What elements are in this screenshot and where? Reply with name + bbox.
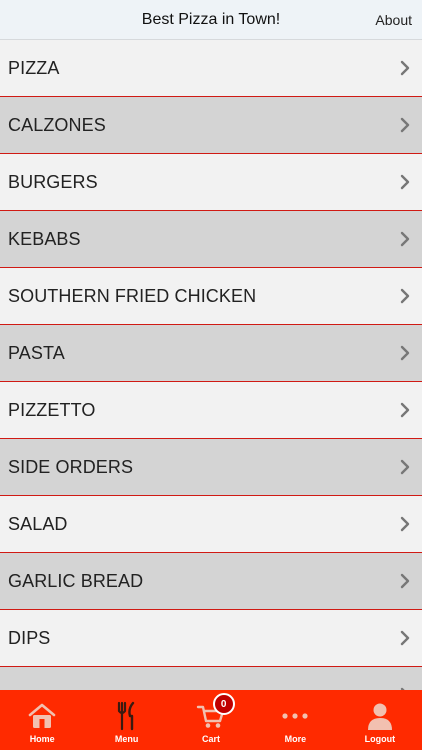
tab-menu-label: Menu bbox=[114, 734, 139, 744]
tab-home-label: Home bbox=[29, 734, 55, 744]
about-link[interactable]: About bbox=[375, 12, 412, 28]
category-label: DIPS bbox=[8, 627, 51, 648]
page-title: Best Pizza in Town! bbox=[141, 10, 281, 28]
tab-cart-label: Cart bbox=[202, 734, 221, 744]
chevron-right-icon bbox=[398, 288, 412, 304]
chevron-right-icon bbox=[398, 117, 412, 133]
tab-more[interactable]: More bbox=[253, 690, 337, 750]
home-icon bbox=[27, 700, 57, 732]
chevron-right-icon bbox=[398, 60, 412, 76]
tab-logout[interactable]: Logout bbox=[338, 690, 422, 750]
chevron-right-icon bbox=[398, 402, 412, 418]
fork-knife-icon bbox=[114, 700, 140, 732]
chevron-right-icon bbox=[398, 231, 412, 247]
category-label: PIZZA bbox=[8, 57, 60, 78]
chevron-right-icon bbox=[398, 630, 412, 646]
category-list: PIZZA CALZONES BURGERS KEBABS SOUTHERN F… bbox=[0, 40, 422, 724]
category-item-burgers[interactable]: BURGERS bbox=[0, 154, 422, 211]
category-label: KEBABS bbox=[8, 228, 81, 249]
chevron-right-icon bbox=[398, 573, 412, 589]
more-dots-icon bbox=[280, 700, 310, 732]
category-label: PASTA bbox=[8, 342, 65, 363]
category-label: SOUTHERN FRIED CHICKEN bbox=[8, 285, 257, 306]
top-bar: Best Pizza in Town! About bbox=[0, 0, 422, 40]
category-label: BURGERS bbox=[8, 171, 98, 192]
chevron-right-icon bbox=[398, 459, 412, 475]
category-item-salad[interactable]: SALAD bbox=[0, 496, 422, 553]
bottom-tab-bar: Home Menu 0 Cart More Logout bbox=[0, 690, 422, 750]
category-item-southern-fried-chicken[interactable]: SOUTHERN FRIED CHICKEN bbox=[0, 268, 422, 325]
chevron-right-icon bbox=[398, 345, 412, 361]
category-item-kebabs[interactable]: KEBABS bbox=[0, 211, 422, 268]
tab-more-label: More bbox=[284, 734, 307, 744]
category-item-dips[interactable]: DIPS bbox=[0, 610, 422, 667]
category-item-pizza[interactable]: PIZZA bbox=[0, 40, 422, 97]
category-label: PIZZETTO bbox=[8, 399, 96, 420]
cart-count-badge: 0 bbox=[212, 693, 235, 715]
tab-menu[interactable]: Menu bbox=[84, 690, 168, 750]
category-item-calzones[interactable]: CALZONES bbox=[0, 97, 422, 154]
tab-home[interactable]: Home bbox=[0, 690, 84, 750]
category-item-pasta[interactable]: PASTA bbox=[0, 325, 422, 382]
tab-logout-label: Logout bbox=[364, 734, 396, 744]
chevron-right-icon bbox=[398, 174, 412, 190]
category-label: GARLIC BREAD bbox=[8, 570, 144, 591]
chevron-right-icon bbox=[398, 516, 412, 532]
category-item-side-orders[interactable]: SIDE ORDERS bbox=[0, 439, 422, 496]
user-icon bbox=[365, 700, 395, 732]
category-label: SIDE ORDERS bbox=[8, 456, 134, 477]
category-label: CALZONES bbox=[8, 114, 106, 135]
category-label: SALAD bbox=[8, 513, 68, 534]
category-item-garlic-bread[interactable]: GARLIC BREAD bbox=[0, 553, 422, 610]
category-item-pizzetto[interactable]: PIZZETTO bbox=[0, 382, 422, 439]
tab-cart[interactable]: 0 Cart bbox=[169, 690, 253, 750]
